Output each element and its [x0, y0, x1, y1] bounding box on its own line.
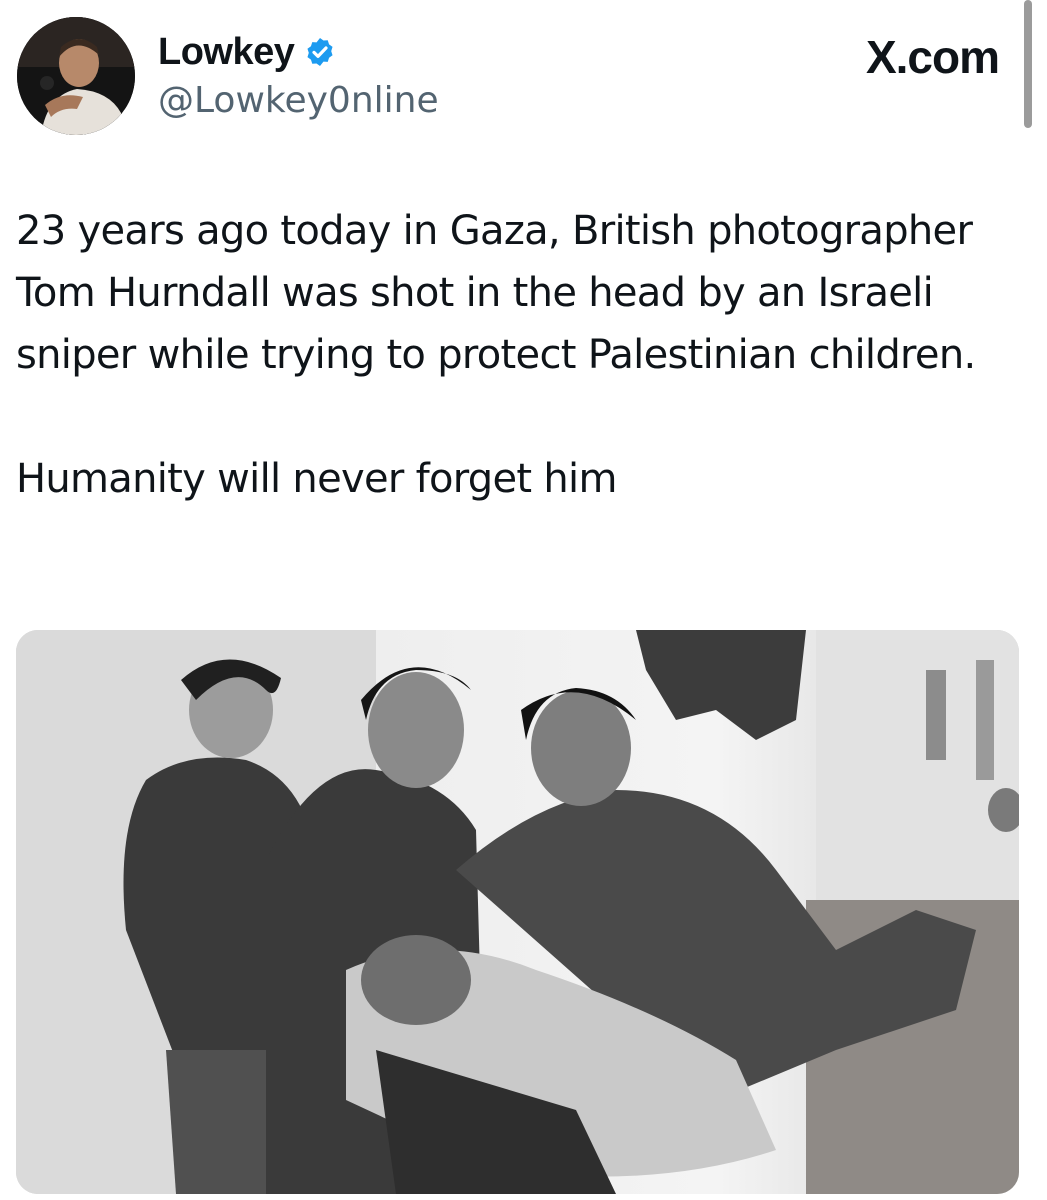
- verified-badge-icon: [307, 38, 333, 66]
- site-label: X.com: [865, 31, 1000, 83]
- author-handle[interactable]: @Lowkey0nline: [158, 80, 439, 121]
- author-display-name[interactable]: Lowkey: [158, 31, 295, 74]
- tweet-photo[interactable]: [16, 630, 1019, 1194]
- author-name-row: Lowkey: [158, 30, 336, 74]
- tweet-text: 23 years ago today in Gaza, British phot…: [16, 208, 976, 502]
- scrollbar[interactable]: [1024, 0, 1032, 128]
- avatar-photo: [17, 17, 135, 135]
- avatar[interactable]: [17, 17, 135, 135]
- photo-image: [16, 630, 1019, 1194]
